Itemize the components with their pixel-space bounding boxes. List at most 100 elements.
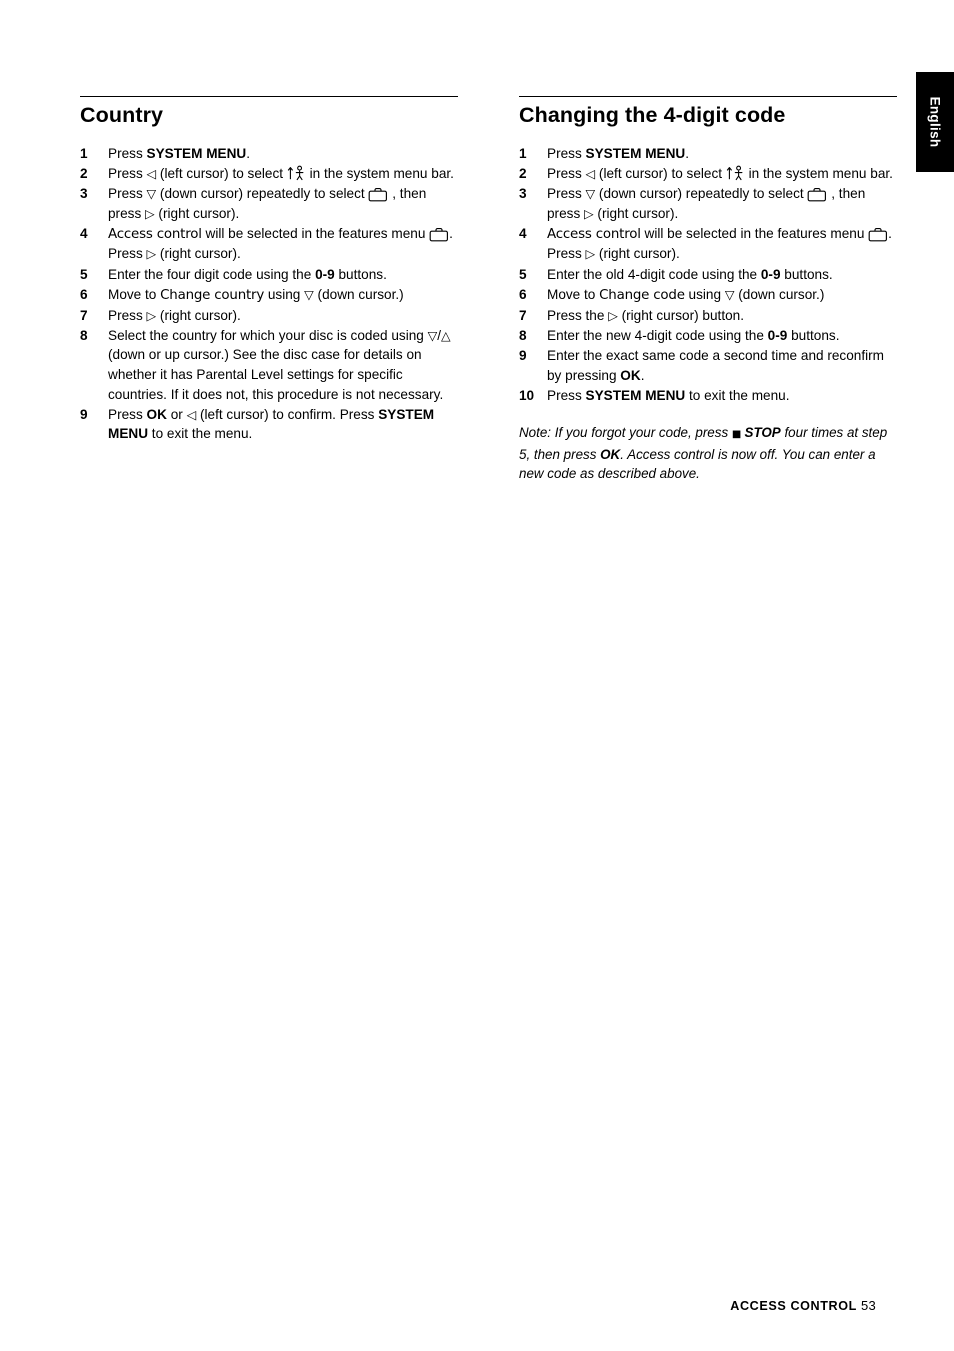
step-text: Press ◁ (left cursor) to select in the s… xyxy=(547,165,893,182)
step-text: Select the country for which your disc i… xyxy=(108,327,451,402)
cursor-down-icon: ▽ xyxy=(585,186,596,202)
cursor-right-icon: ▷ xyxy=(584,205,594,221)
footer-label: ACCESS CONTROL xyxy=(730,1299,857,1313)
step-number: 4 xyxy=(80,225,88,241)
step-text: Access control will be selected in the f… xyxy=(108,225,453,262)
step-number: 1 xyxy=(519,146,527,161)
step-number: 9 xyxy=(519,347,527,363)
step-text: Press the ▷ (right cursor) button. xyxy=(547,307,744,323)
step-item: 4 Access control will be selected in the … xyxy=(519,224,897,264)
step-item: 2 Press ◁ (left cursor) to select in the … xyxy=(80,164,458,184)
step-item: 8 Enter the new 4-digit code using the 0-… xyxy=(519,326,897,346)
menu-item-name: Change code xyxy=(599,287,685,303)
cursor-right-icon: ▷ xyxy=(146,246,157,262)
heading-rule xyxy=(519,96,897,97)
step-text: Enter the old 4-digit code using the 0-9… xyxy=(547,266,833,282)
step-item: 1 Press SYSTEM MENU. xyxy=(519,144,897,164)
cursor-down-icon: ▽ xyxy=(304,286,314,302)
preferences-case-icon xyxy=(368,187,388,202)
cursor-right-icon: ▷ xyxy=(585,246,596,262)
step-text: Enter the four digit code using the 0-9 … xyxy=(108,266,387,282)
step-number: 2 xyxy=(80,166,88,182)
language-tab-label: English xyxy=(927,96,943,148)
stop-square-icon: ■ xyxy=(731,429,745,441)
emphasis-text: STOP xyxy=(744,425,781,441)
step-item: 1 Press SYSTEM MENU. xyxy=(80,144,458,164)
step-number: 4 xyxy=(519,225,527,241)
document-page: English Country 1 Press SYSTEM MENU. 2 Pres… xyxy=(0,0,954,1351)
step-item: 9 Enter the exact same code a second time… xyxy=(519,346,897,385)
menu-item-name: Access control xyxy=(547,226,641,242)
emphasis-text: 0-9 xyxy=(760,266,781,282)
step-text: Press OK or ◁ (left cursor) to confirm. … xyxy=(108,406,435,442)
page-title-country: Country xyxy=(80,103,164,127)
steps-list-changing-code: 1 Press SYSTEM MENU. 2 Press ◁ (left cursor… xyxy=(519,144,897,405)
step-item: 8 Select the country for which your disc … xyxy=(80,326,458,404)
step-item: 7 Press ▷ (right cursor). xyxy=(80,306,458,326)
language-tab: English xyxy=(916,72,954,172)
cursor-right-icon: ▷ xyxy=(608,307,618,323)
page-number: 53 xyxy=(860,1298,876,1313)
emphasis-text: SYSTEM MENU xyxy=(146,146,247,161)
cursor-left-icon: ◁ xyxy=(585,166,596,182)
cursor-right-icon: ▷ xyxy=(145,205,155,221)
step-item: 3 Press ▽ (down cursor) repeatedly to sel… xyxy=(80,184,458,223)
step-item: 2 Press ◁ (left cursor) to select in the … xyxy=(519,164,897,184)
step-number: 5 xyxy=(80,266,88,282)
step-item: 3 Press ▽ (down cursor) repeatedly to sel… xyxy=(519,184,897,223)
cursor-right-icon: ▷ xyxy=(146,307,157,323)
step-text: Move to Change country using ▽ (down cur… xyxy=(108,286,404,303)
emphasis-text: 0-9 xyxy=(767,327,788,343)
emphasis-text: SYSTEM MENU xyxy=(585,146,686,161)
preferences-case-icon xyxy=(429,227,449,242)
step-text: Press ▽ (down cursor) repeatedly to sele… xyxy=(108,186,427,221)
steps-list-country: 1 Press SYSTEM MENU. 2 Press ◁ (left cursor… xyxy=(80,144,458,444)
step-text: Access control will be selected in the f… xyxy=(547,225,892,262)
emphasis-text: OK xyxy=(146,406,167,422)
step-item: 6 Move to Change country using ▽ (down cu… xyxy=(80,285,458,306)
cursor-left-icon: ◁ xyxy=(186,406,197,422)
emphasis-text: 0-9 xyxy=(315,266,335,282)
step-number: 9 xyxy=(80,406,88,422)
step-number: 3 xyxy=(519,186,527,202)
step-text: Press ◁ (left cursor) to select in the s… xyxy=(108,165,454,182)
step-text: Move to Change code using ▽ (down cursor… xyxy=(547,286,825,303)
step-text: Enter the exact same code a second time … xyxy=(547,347,884,383)
cursor-down-icon: ▽ xyxy=(724,286,735,302)
person-arrow-icon xyxy=(726,165,745,181)
step-number: 1 xyxy=(80,146,88,161)
step-text: Press SYSTEM MENU. xyxy=(547,146,690,161)
emphasis-text: OK xyxy=(600,446,621,462)
emphasis-text: OK xyxy=(620,367,641,383)
step-item: 5 Enter the four digit code using the 0-9… xyxy=(80,265,458,285)
footer: ACCESS CONTROL 53 xyxy=(730,1298,876,1313)
right-column: Changing the 4-digit code 1 Press SYSTEM … xyxy=(519,96,897,497)
cursor-down-icon: ▽ xyxy=(146,186,157,202)
step-number: 2 xyxy=(519,166,527,182)
step-text: Press SYSTEM MENU to exit the menu. xyxy=(547,387,790,403)
step-number: 3 xyxy=(80,186,88,202)
step-text: Press SYSTEM MENU. xyxy=(108,146,251,161)
step-number: 7 xyxy=(519,307,527,323)
step-item: 4 Access control will be selected in the … xyxy=(80,224,458,264)
step-number: 8 xyxy=(80,327,88,343)
step-text: Press ▽ (down cursor) repeatedly to sele… xyxy=(547,186,866,221)
left-column: Country 1 Press SYSTEM MENU. 2 Press ◁ (lef… xyxy=(80,96,458,444)
step-text: Press ▷ (right cursor). xyxy=(108,307,241,323)
step-number: 10 xyxy=(519,387,535,403)
step-number: 6 xyxy=(519,286,527,302)
cursor-left-icon: ◁ xyxy=(146,166,157,182)
step-number: 6 xyxy=(80,286,88,302)
page-title-changing-code: Changing the 4-digit code xyxy=(519,103,786,127)
preferences-case-icon xyxy=(807,187,827,202)
step-number: 8 xyxy=(519,327,527,343)
step-item: 10 Press SYSTEM MENU to exit the menu. xyxy=(519,386,897,406)
step-text: Enter the new 4-digit code using the 0-9… xyxy=(547,327,840,343)
step-item: 7 Press the ▷ (right cursor) button. xyxy=(519,306,897,326)
step-number: 5 xyxy=(519,266,527,282)
step-item: 6 Move to Change code using ▽ (down curso… xyxy=(519,285,897,306)
menu-item-name: Change country xyxy=(160,287,265,303)
menu-item-name: Access control xyxy=(108,226,202,242)
preferences-case-icon xyxy=(868,227,888,242)
step-number: 7 xyxy=(80,307,88,323)
